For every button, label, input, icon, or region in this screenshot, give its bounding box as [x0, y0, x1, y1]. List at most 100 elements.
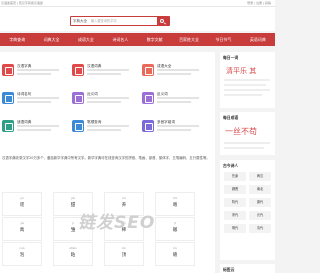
poet-tag[interactable]: 南北	[249, 185, 271, 194]
character-hanzi: 甜	[70, 203, 76, 208]
nav-item[interactable]: 百家姓大全	[172, 33, 206, 46]
poet-tag[interactable]: 先秦	[224, 172, 246, 181]
book-icon	[142, 120, 154, 132]
text-line	[224, 142, 270, 144]
book-icon	[2, 64, 14, 76]
character-hanzi: 禹	[19, 228, 25, 233]
top-bar-account-links[interactable]: 登录 | 注册 | 投稿	[247, 0, 271, 7]
text-line	[157, 101, 191, 103]
tag-cloud-title: 标签云	[223, 267, 235, 272]
nav-item[interactable]: 诗词名人	[103, 33, 137, 46]
tool-card[interactable]: 反义词	[142, 90, 212, 106]
page: 汉语迷首页 | 查汉字就用汉语迷 登录 | 注册 | 投稿 字典大全 输入要查询…	[0, 0, 275, 273]
character-cell[interactable]: shǎo 粘	[53, 242, 93, 266]
book-icon	[72, 92, 84, 104]
nav-item[interactable]: 词典大全	[34, 33, 68, 46]
character-hanzi: 碴	[172, 253, 178, 258]
character-hanzi: 喀	[172, 203, 178, 208]
daily-word[interactable]: 清平乐 其	[226, 66, 256, 76]
text-line	[157, 97, 199, 99]
daily-word-title: 每日一词	[223, 55, 239, 60]
character-pinyin: yù	[20, 196, 24, 200]
top-bar: 汉语迷首页 | 查汉字就用汉语迷 登录 | 注册 | 投稿	[0, 0, 275, 7]
daily-word-box: 每日一词 清平乐 其	[220, 52, 275, 108]
character-hanzi: 粘	[70, 253, 76, 258]
main-content: 汉语字典 汉语词典 成语大全 诗词名句 近义词 反义词 谜语词典 笔顺查询 多音字组词 汉语字典…	[0, 52, 215, 273]
character-cell[interactable]: yè 禹	[2, 217, 42, 241]
search-input[interactable]: 输入要查询的字词	[91, 17, 117, 25]
text-line	[87, 69, 129, 71]
poet-tag[interactable]: 魏晋	[224, 185, 246, 194]
poet-tag[interactable]: 两汉	[249, 172, 271, 181]
tool-card[interactable]: 诗词名句	[2, 90, 72, 106]
poetry-title: 古今诗人	[223, 163, 239, 168]
text-line	[224, 79, 270, 81]
text-line	[157, 129, 191, 131]
text-line	[17, 125, 59, 127]
character-pinyin: jiǎ	[71, 196, 75, 200]
character-pinyin: cuò	[19, 246, 25, 250]
poet-tag[interactable]: 唐代	[249, 198, 271, 207]
tool-card[interactable]: 多音字组词	[142, 118, 212, 134]
text-line	[17, 69, 59, 71]
character-hanzi: 泡	[19, 253, 25, 258]
text-line	[224, 94, 262, 96]
book-icon	[142, 64, 154, 76]
poet-tag[interactable]: 隋代	[224, 198, 246, 207]
text-line	[157, 73, 191, 75]
daily-idiom[interactable]: 一丝不苟	[225, 126, 257, 137]
tool-card[interactable]: 谜语词典	[2, 118, 72, 134]
tool-card[interactable]: 成语大全	[142, 62, 212, 78]
nav-item[interactable]: 成语大全	[69, 33, 103, 46]
nav-item[interactable]: 节日节气	[206, 33, 240, 46]
text-line	[17, 101, 51, 103]
book-icon	[2, 120, 14, 132]
book-icon	[72, 120, 84, 132]
text-line	[87, 125, 129, 127]
top-bar-left-text: 汉语迷首页 | 查汉字就用汉语迷	[1, 1, 43, 5]
character-pinyin: chí	[172, 196, 178, 200]
text-line	[87, 97, 129, 99]
tool-card[interactable]: 汉语字典	[2, 62, 72, 78]
header: 字典大全 输入要查询的字词	[0, 7, 275, 31]
watermark: 链发SEO	[78, 213, 156, 233]
search-type-select[interactable]: 字典大全	[73, 17, 87, 25]
tag-cloud-box: 标签云	[220, 264, 275, 273]
search-button[interactable]	[157, 17, 169, 25]
poet-tag[interactable]: 宋代	[224, 211, 246, 220]
poet-tag[interactable]: 明代	[224, 224, 246, 233]
character-pinyin: liù	[173, 246, 177, 250]
tool-card[interactable]: 近义词	[72, 90, 142, 106]
character-cell[interactable]: bó 顶	[104, 242, 144, 266]
poetry-box: 古今诗人 先秦 两汉 魏晋 南北 隋代 唐代 宋代 元代 明代 清代	[220, 160, 275, 260]
character-pinyin: shǎo	[69, 246, 77, 250]
text-line	[224, 89, 270, 91]
book-icon	[72, 64, 84, 76]
text-line	[224, 84, 266, 86]
daily-idiom-title: 每日成语	[223, 115, 239, 120]
character-cell[interactable]: cuò 泡	[2, 242, 42, 266]
book-icon	[2, 92, 14, 104]
character-cell[interactable]: yù 谣	[2, 192, 42, 216]
text-line	[87, 73, 121, 75]
tool-card[interactable]: 汉语词典	[72, 62, 142, 78]
daily-idiom-box: 每日成语 一丝不苟	[220, 112, 275, 155]
search-bar[interactable]: 字典大全 输入要查询的字词	[70, 16, 170, 26]
poet-tag[interactable]: 元代	[249, 211, 271, 220]
nav-item[interactable]: 数字文献	[138, 33, 172, 46]
text-line	[157, 69, 199, 71]
text-line	[224, 147, 264, 149]
character-hanzi: 谣	[19, 203, 25, 208]
text-line	[87, 129, 121, 131]
book-icon	[142, 92, 154, 104]
character-pinyin: yè	[20, 221, 24, 225]
text-line	[17, 97, 59, 99]
character-cell[interactable]: liù 碴	[155, 242, 195, 266]
character-hanzi: 顶	[121, 253, 127, 258]
text-line	[17, 73, 51, 75]
nav-item[interactable]: 英语词典	[241, 33, 275, 46]
text-line	[17, 129, 51, 131]
tool-card[interactable]: 笔顺查询	[72, 118, 142, 134]
nav-item[interactable]: 字典查询	[0, 33, 34, 46]
poet-tag[interactable]: 清代	[249, 224, 271, 233]
